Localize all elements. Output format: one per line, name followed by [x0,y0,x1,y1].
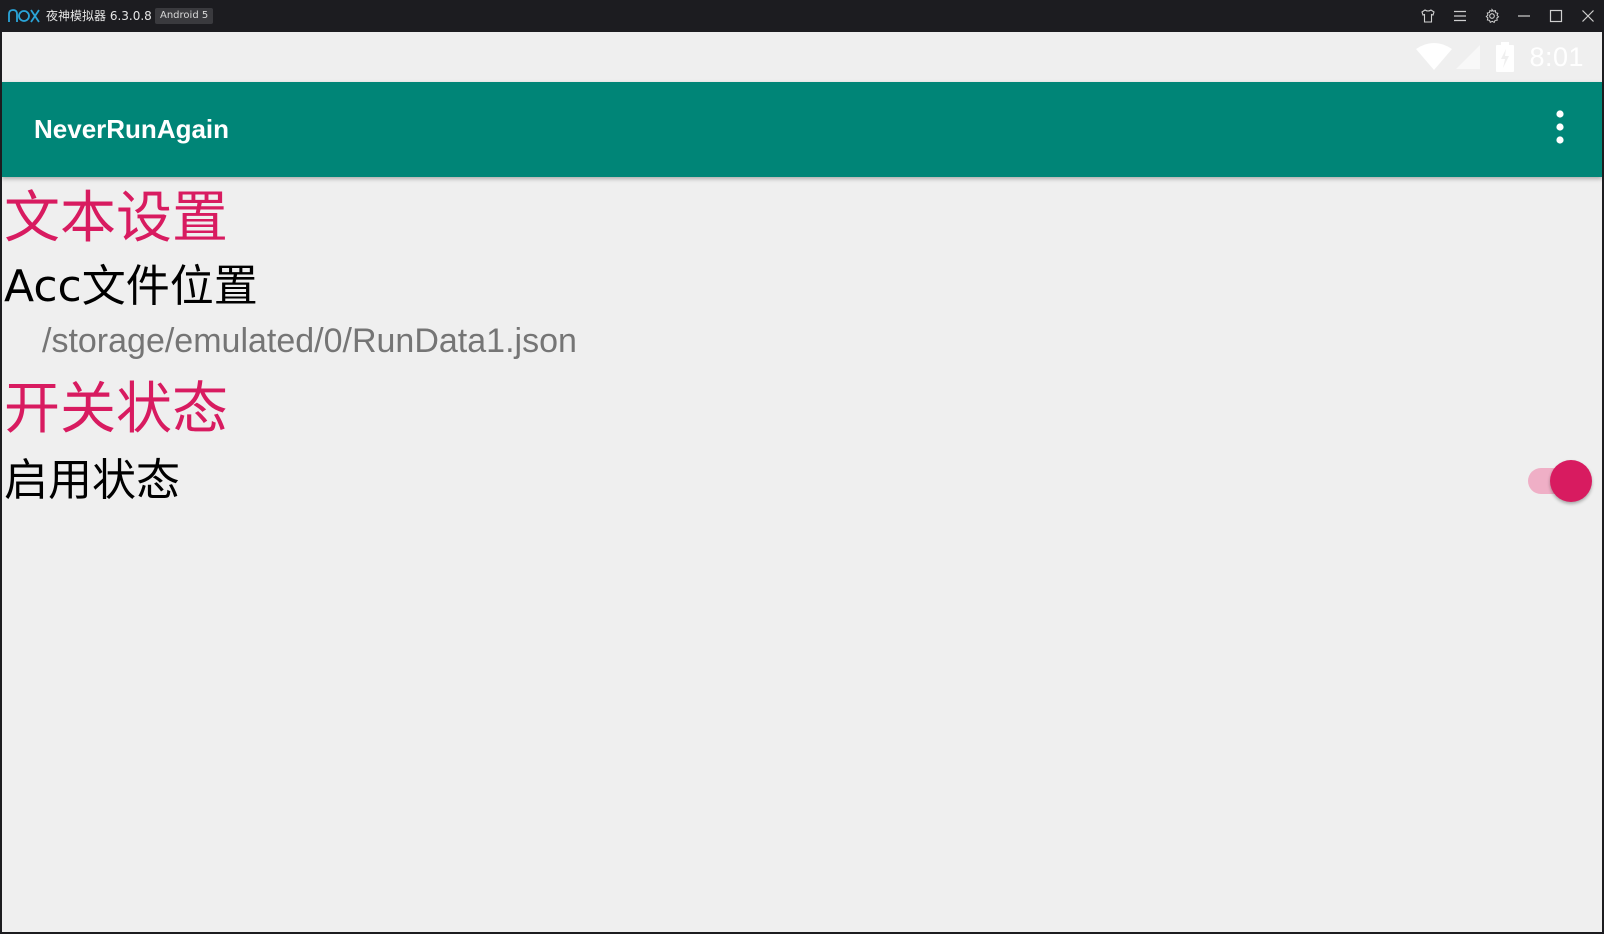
pref-title: Acc文件位置 [4,261,258,312]
app-bar: NeverRunAgain [2,82,1602,177]
overflow-menu-button[interactable] [1540,109,1580,149]
switch-thumb [1550,460,1592,502]
category-header-text-settings: 文本设置 [4,186,228,251]
status-clock: 8:01 [1529,41,1584,72]
settings-button[interactable] [1476,0,1508,32]
emulator-title-bar: 夜神模拟器 6.3.0.8 Android 5 [0,0,1604,32]
settings-icon [1484,8,1500,24]
signal-icon [1455,44,1481,70]
nox-logo [8,6,40,26]
close-icon [1580,8,1596,24]
menu-button[interactable] [1444,0,1476,32]
shirt-icon [1420,8,1436,24]
status-icons: 8:01 [1415,32,1584,82]
window-controls [1412,0,1604,32]
minimize-icon [1516,8,1532,24]
maximize-icon [1548,8,1564,24]
close-button[interactable] [1572,0,1604,32]
minimize-button[interactable] [1508,0,1540,32]
maximize-button[interactable] [1540,0,1572,32]
category-header-switch-state: 开关状态 [4,377,228,442]
wifi-icon [1415,43,1453,71]
emulator-app-title: 夜神模拟器 6.3.0.8 [46,9,152,23]
emulator-window: 夜神模拟器 6.3.0.8 Android 5 8:01 NeverRunAga… [0,0,1604,934]
pref-summary: /storage/emulated/0/RunData1.json [42,322,577,360]
more-vert-icon [1555,110,1565,148]
pref-acc-file-location[interactable]: Acc文件位置 /storage/emulated/0/RunData1.jso… [2,259,1602,369]
android-version-badge: Android 5 [155,8,214,24]
pref-enable-state[interactable]: 启用状态 [2,447,1602,517]
app-bar-title: NeverRunAgain [34,114,230,144]
menu-icon [1452,8,1468,24]
skin-button[interactable] [1412,0,1444,32]
pref-title: 启用状态 [4,455,180,506]
battery-charging-icon [1495,42,1515,72]
status-bar: 8:01 [2,32,1602,82]
android-screen: 8:01 NeverRunAgain 文本设置 Acc文件位置 /storage… [2,32,1602,932]
enable-switch[interactable] [1526,459,1596,503]
